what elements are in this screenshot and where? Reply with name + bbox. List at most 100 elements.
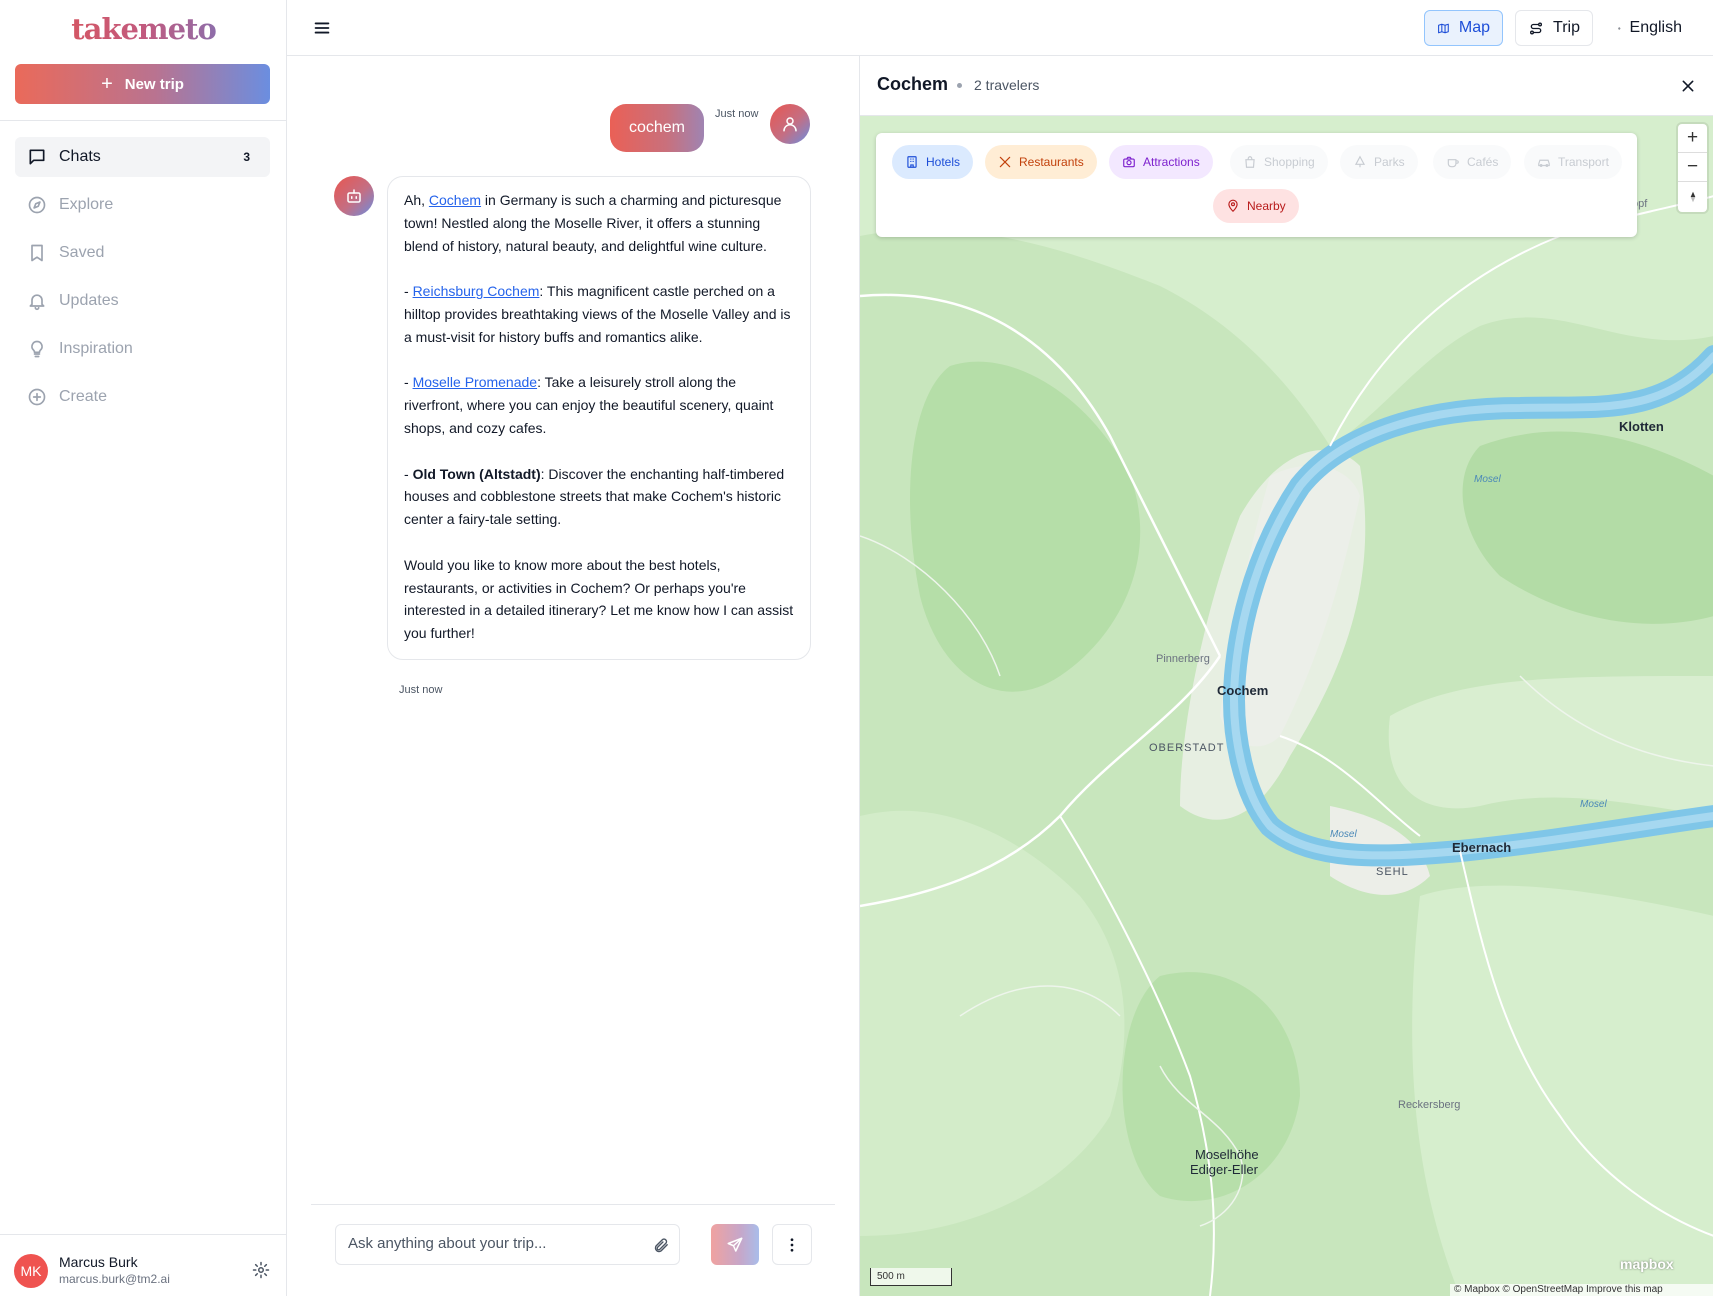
send-button[interactable] [711, 1224, 759, 1265]
more-vertical-icon [790, 1237, 794, 1252]
close-icon[interactable] [1680, 78, 1696, 94]
sidebar-item-label: Updates [59, 292, 119, 309]
map-label-pinnerberg: Pinnerberg [1156, 653, 1210, 665]
old-town-bold: Old Town (Altstadt) [412, 465, 541, 482]
user-message-timestamp: Just now [715, 108, 759, 120]
app-root: takemeto + New trip Chats 3 Explore Save… [0, 0, 1713, 1296]
filter-restaurants[interactable]: Restaurants [985, 145, 1097, 179]
map-label-sehl: SEHL [1376, 866, 1409, 878]
map-canvas[interactable]: Klotten Pinnerberg Cochem OBERSTADT Eber… [860, 116, 1713, 1296]
mapbox-logo[interactable]: mapbox [1620, 1256, 1674, 1272]
hamburger-menu-icon[interactable] [311, 17, 333, 39]
assistant-message-timestamp: Just now [399, 684, 443, 696]
utensils-icon [999, 156, 1011, 168]
travelers-count: 2 travelers [974, 77, 1040, 93]
separator-dot [957, 83, 962, 88]
bookmark-icon [27, 243, 47, 263]
camera-icon [1123, 156, 1135, 168]
send-icon [727, 1237, 743, 1252]
bot-icon [347, 189, 361, 203]
text: - [404, 283, 413, 300]
map-label-moselhoehe: Moselhöhe [1195, 1147, 1259, 1162]
river-label: Mosel [1580, 799, 1607, 810]
map-attribution[interactable]: © Mapbox © OpenStreetMap Improve this ma… [1450, 1284, 1713, 1296]
trip-view-button[interactable]: Trip [1515, 10, 1593, 46]
filter-parks[interactable]: Parks [1340, 145, 1418, 179]
filter-attractions[interactable]: Attractions [1109, 145, 1213, 179]
map-view-button[interactable]: Map [1424, 10, 1503, 46]
zoom-out-button[interactable]: − [1678, 153, 1707, 182]
sidebar-divider [0, 120, 287, 121]
map-label-ebernach: Ebernach [1452, 840, 1512, 855]
app-logo[interactable]: takemeto [0, 12, 287, 46]
bell-icon [27, 291, 47, 311]
reichsburg-cochem-link[interactable]: Reichsburg Cochem [413, 283, 540, 299]
map-label-cochem: Cochem [1217, 683, 1269, 698]
paperclip-icon[interactable] [653, 1237, 670, 1254]
route-icon [1530, 21, 1543, 35]
assistant-avatar [334, 176, 374, 216]
language-label: English [1629, 19, 1682, 36]
filter-nearby[interactable]: Nearby [1213, 189, 1299, 223]
map-icon [1438, 23, 1449, 33]
settings-gear-icon[interactable] [252, 1261, 270, 1279]
trip-view-label: Trip [1553, 19, 1580, 36]
message-paragraph: - Old Town (Altstadt): Discover the ench… [404, 463, 794, 531]
shopping-bag-icon [1245, 156, 1255, 168]
plus-icon: + [101, 72, 113, 95]
filter-label: Hotels [926, 155, 961, 169]
lightbulb-icon [27, 339, 47, 359]
sidebar-item-label: Explore [59, 196, 114, 213]
plus-circle-icon [27, 387, 47, 407]
filter-label: Restaurants [1019, 155, 1084, 169]
user-profile: MK Marcus Burk marcus.burk@tm2.ai [0, 1234, 287, 1296]
map-view-label: Map [1458, 19, 1490, 36]
sidebar-item-chats[interactable]: Chats 3 [15, 137, 270, 177]
filter-label: Nearby [1247, 199, 1286, 213]
map-label-oberstadt: OBERSTADT [1149, 742, 1225, 754]
user-avatar [770, 104, 810, 144]
north-arrow-icon [1690, 191, 1695, 202]
sidebar-item-explore[interactable]: Explore [15, 185, 270, 225]
zoom-in-button[interactable]: + [1678, 124, 1707, 153]
language-selector[interactable]: English [1605, 10, 1695, 46]
sidebar-item-label: Saved [59, 244, 105, 261]
chat-input[interactable] [348, 1235, 638, 1252]
text: Ah, [404, 192, 429, 208]
map-title: Cochem [877, 74, 949, 94]
user-icon [783, 117, 797, 132]
filter-transport[interactable]: Transport [1524, 145, 1622, 179]
sidebar-item-updates[interactable]: Updates [15, 281, 270, 321]
user-name: Marcus Burk [59, 1254, 138, 1270]
sidebar-item-create[interactable]: Create [15, 377, 270, 417]
map-label-klotten: Klotten [1619, 419, 1664, 434]
assistant-message: Ah, Cochem in Germany is such a charming… [387, 176, 811, 660]
coffee-icon [1447, 159, 1459, 168]
building-icon [907, 156, 917, 168]
sidebar-item-inspiration[interactable]: Inspiration [15, 329, 270, 369]
user-message: cochem [610, 104, 704, 152]
new-trip-button[interactable]: + New trip [15, 64, 270, 104]
filter-cafes[interactable]: Cafés [1433, 145, 1512, 179]
moselle-promenade-link[interactable]: Moselle Promenade [413, 374, 538, 390]
river-label: Mosel [1474, 474, 1501, 485]
avatar[interactable]: MK [14, 1254, 48, 1288]
map-header: Cochem 2 travelers [860, 56, 1713, 116]
globe-icon [1618, 26, 1621, 30]
message-paragraph: Ah, Cochem in Germany is such a charming… [404, 189, 794, 257]
message-paragraph: - Reichsburg Cochem: This magnificent ca… [404, 280, 794, 348]
chats-count-badge: 3 [243, 150, 250, 164]
sidebar-item-label: Chats [59, 148, 101, 165]
compass-reset-button[interactable] [1678, 182, 1707, 211]
river-label: Mosel [1330, 829, 1357, 840]
composer-divider [311, 1204, 835, 1205]
more-options-button[interactable] [772, 1224, 812, 1265]
filter-shopping[interactable]: Shopping [1230, 145, 1328, 179]
map-panel: Cochem 2 travelers Klotten Pinnerberg Co… [859, 56, 1713, 1296]
user-email: marcus.burk@tm2.ai [59, 1272, 170, 1286]
sidebar-nav: Chats 3 Explore Saved Updates Inspiratio… [15, 137, 270, 425]
zoom-controls: + − [1678, 124, 1707, 212]
filter-hotels[interactable]: Hotels [892, 145, 974, 179]
cochem-link[interactable]: Cochem [429, 192, 481, 208]
sidebar-item-saved[interactable]: Saved [15, 233, 270, 273]
